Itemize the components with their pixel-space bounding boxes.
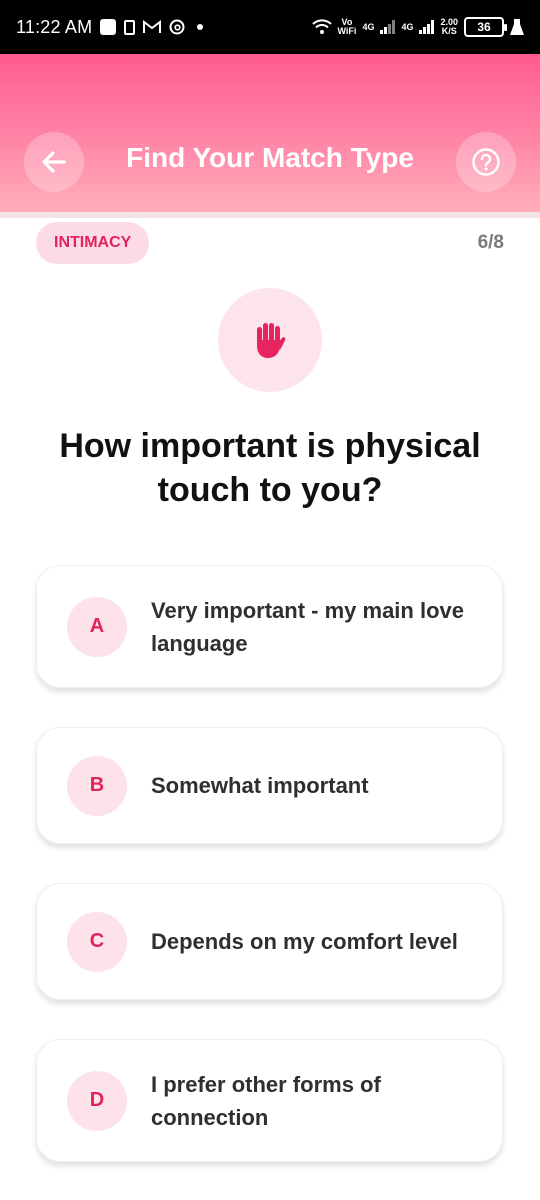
- status-time: 11:22 AM: [16, 16, 93, 37]
- app-square-icon: [100, 19, 117, 35]
- option-text: Very important - my main love language: [151, 597, 464, 656]
- status-bar: 11:22 AM Vo WiFi 4G 4G 2.00 K/S 36: [0, 0, 540, 54]
- signal-bars-2-icon: [419, 20, 435, 34]
- option-c[interactable]: C Depends on my comfort level: [36, 883, 503, 1000]
- wifi-icon: [311, 19, 332, 35]
- category-badge: INTIMACY: [36, 222, 150, 264]
- help-button[interactable]: [456, 132, 516, 192]
- option-letter: A: [67, 596, 127, 657]
- header-divider: [0, 212, 540, 218]
- vowifi-label: Vo WiFi: [337, 17, 357, 36]
- help-circle-icon: [472, 148, 500, 176]
- sim-card-icon: [124, 19, 136, 35]
- dot-icon: [193, 24, 204, 30]
- network-label-1: 4G: [362, 21, 375, 32]
- option-text: I prefer other forms of connection: [151, 1071, 381, 1130]
- signal-bars-1-icon: [380, 20, 396, 34]
- network-label-2: 4G: [401, 21, 414, 32]
- option-letter: D: [67, 1070, 127, 1131]
- network-speed: 2.00 K/S: [440, 17, 458, 36]
- option-b[interactable]: B Somewhat important: [36, 727, 503, 844]
- flask-icon: [510, 18, 524, 36]
- hero-icon-circle: [218, 288, 322, 392]
- gmail-icon: [143, 20, 162, 34]
- option-d[interactable]: D I prefer other forms of connection: [36, 1039, 503, 1162]
- option-a[interactable]: A Very important - my main love language: [36, 565, 503, 688]
- progress-counter: 6/8: [477, 232, 504, 253]
- option-letter: C: [67, 911, 127, 972]
- option-letter: B: [67, 755, 127, 816]
- header-bar: [0, 54, 540, 214]
- question-text: How important is physical touch to you?: [59, 427, 481, 509]
- battery-indicator: 36: [464, 17, 507, 37]
- hand-icon: [257, 323, 286, 358]
- threads-icon: [169, 19, 185, 35]
- option-text: Depends on my comfort level: [151, 929, 458, 954]
- option-text: Somewhat important: [151, 773, 369, 798]
